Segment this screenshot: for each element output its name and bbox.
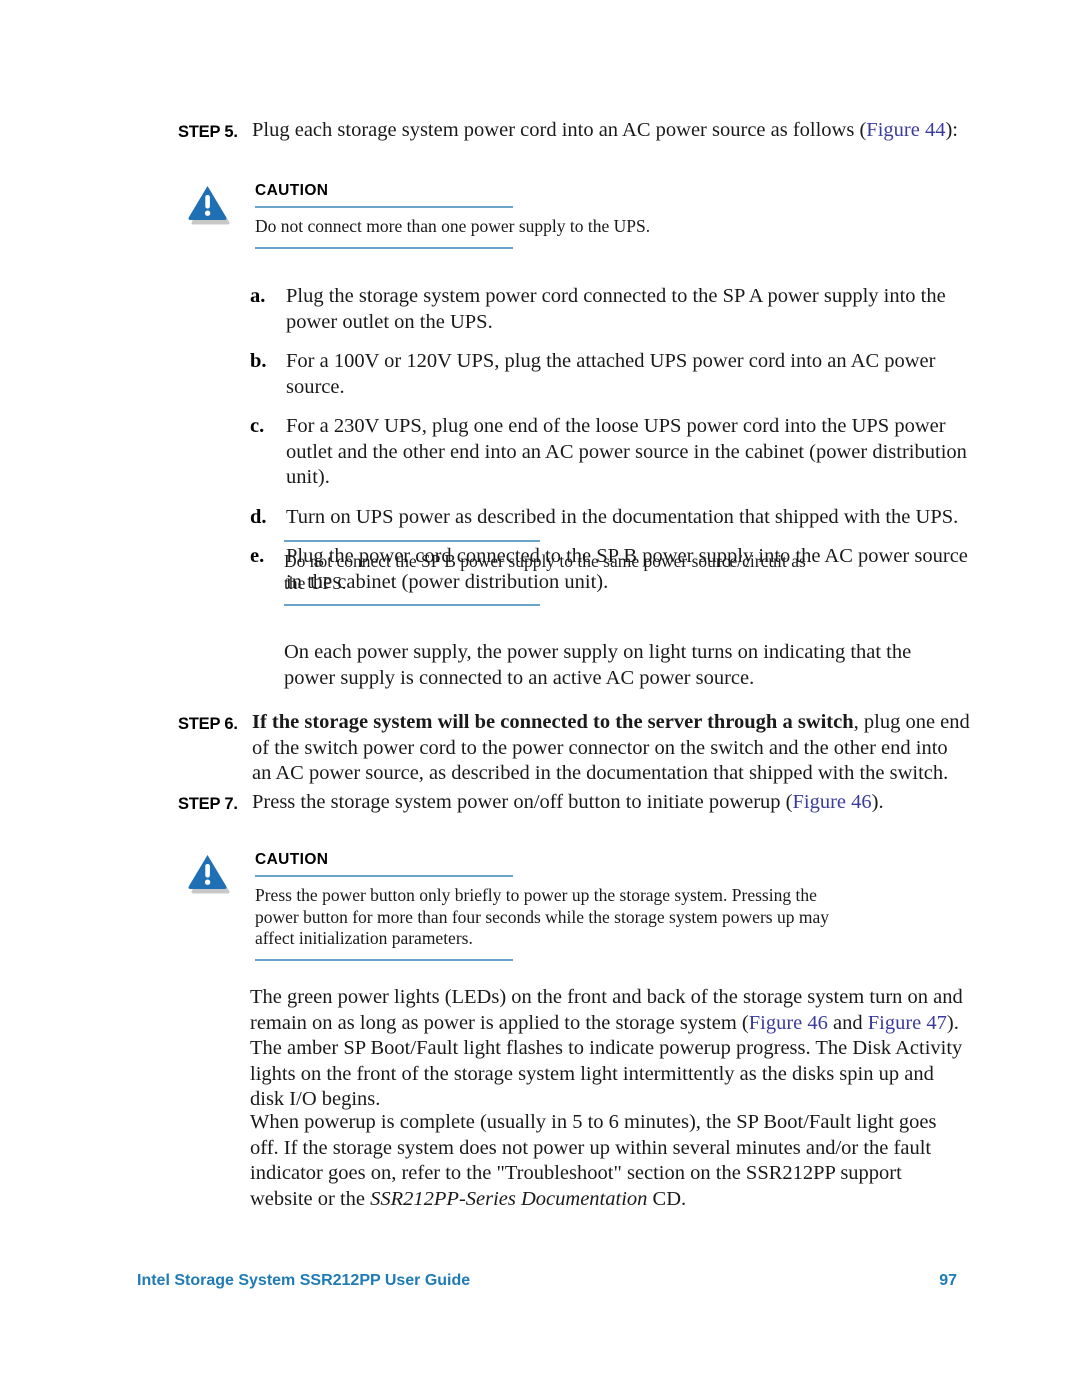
caution-1-rule-bottom — [255, 246, 513, 249]
step-7-text-before: Press the storage system power on/off bu… — [252, 791, 793, 813]
sub-item-d-marker: d. — [250, 505, 267, 528]
step-5-text-after: ): — [945, 119, 958, 141]
step-6-bold-text: If the storage system will be connected … — [252, 711, 854, 733]
paragraph-powerup-complete: When powerup is complete (usually in 5 t… — [250, 1110, 968, 1212]
sub-item-b: b. For a 100V or 120V UPS, plug the atta… — [250, 349, 968, 400]
sub-item-d: d. Turn on UPS power as described in the… — [250, 505, 968, 531]
figure-47-link[interactable]: Figure 47 — [868, 1012, 947, 1034]
caution-2-text: Press the power button only briefly to p… — [255, 885, 829, 948]
caution-1-title: CAUTION — [255, 182, 329, 199]
sub-item-a-marker: a. — [250, 285, 266, 307]
note-1-rule-bottom — [284, 604, 540, 606]
figure-44-link[interactable]: Figure 44 — [866, 119, 945, 141]
step-5-body: Plug each storage system power cord into… — [252, 118, 968, 144]
note-box-1: Do not connect the SP B power supply to … — [284, 540, 806, 606]
para-3-italic-title: SSR212PP-Series Documentation — [370, 1187, 648, 1210]
sub-item-a: a. Plug the storage system power cord co… — [250, 284, 968, 335]
sub-item-e-marker: e. — [250, 545, 265, 567]
caution-2-title: CAUTION — [255, 851, 329, 868]
caution-2-rule-bottom — [255, 958, 513, 961]
step-7-body: Press the storage system power on/off bu… — [252, 790, 970, 816]
figure-46-link-2[interactable]: Figure 46 — [749, 1012, 828, 1034]
footer-page-number: 97 — [939, 1272, 957, 1289]
step-6-body: If the storage system will be connected … — [252, 710, 970, 787]
page-footer: Intel Storage System SSR212PP User Guide… — [137, 1272, 957, 1290]
document-page: STEP 5. Plug each storage system power c… — [0, 0, 1080, 1397]
caution-1-content: CAUTION Do not connect more than one pow… — [255, 182, 650, 249]
caution-triangle-icon — [185, 851, 231, 895]
step-7-label: STEP 7. — [178, 795, 238, 813]
step-6-label: STEP 6. — [178, 715, 238, 733]
sub-item-c-text: For a 230V UPS, plug one end of the loos… — [286, 415, 967, 488]
sub-item-b-marker: b. — [250, 350, 267, 372]
step-7-text-after: ). — [871, 791, 884, 813]
caution-2-content: CAUTION Press the power button only brie… — [255, 851, 829, 961]
caution-1-text: Do not connect more than one power suppl… — [255, 216, 651, 236]
sub-item-c: c. For a 230V UPS, plug one end of the l… — [250, 414, 968, 491]
step-7: STEP 7. Press the storage system power o… — [178, 790, 970, 818]
caution-triangle-icon — [185, 182, 231, 226]
sub-item-c-marker: c. — [250, 415, 265, 437]
sub-item-b-text: For a 100V or 120V UPS, plug the attache… — [286, 350, 936, 398]
note-1-text: Do not connect the SP B power supply to … — [284, 551, 806, 593]
step-5-text-before: Plug each storage system power cord into… — [252, 119, 867, 141]
para-3-part-2: CD. — [647, 1187, 687, 1210]
sub-item-d-text: Turn on UPS power as described in the do… — [286, 505, 959, 528]
footer-document-title: Intel Storage System SSR212PP User Guide — [137, 1272, 471, 1289]
step-5: STEP 5. Plug each storage system power c… — [178, 118, 968, 146]
para-2-part-2: and — [827, 1011, 868, 1034]
sub-item-a-text: Plug the storage system power cord conne… — [286, 285, 946, 333]
paragraph-power-supply-light: On each power supply, the power supply o… — [284, 641, 912, 689]
paragraph-green-power-lights: The green power lights (LEDs) on the fro… — [250, 985, 968, 1113]
figure-46-link[interactable]: Figure 46 — [793, 791, 872, 813]
step-6: STEP 6. If the storage system will be co… — [178, 710, 970, 787]
step-5-label: STEP 5. — [178, 123, 238, 141]
